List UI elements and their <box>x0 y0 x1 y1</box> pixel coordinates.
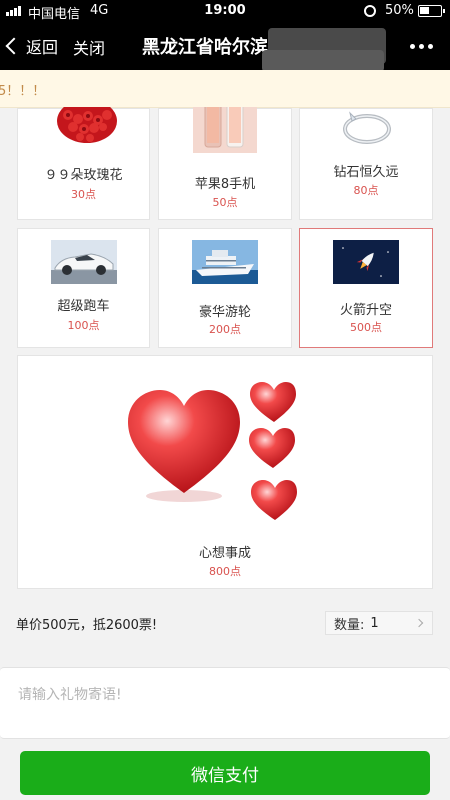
battery-percent: 50% <box>385 3 414 18</box>
cruise-ship-icon <box>192 240 258 284</box>
hearts-icon <box>128 382 297 520</box>
battery-icon <box>418 5 445 17</box>
back-button[interactable]: 返回 <box>5 34 59 58</box>
notice-bar: 5！！！ <box>0 70 450 108</box>
message-box <box>0 667 450 739</box>
status-bar: 中国电信 4G 19:00 50% <box>0 0 450 22</box>
gift-name: 豪华游轮 <box>198 305 251 320</box>
gift-card-hearts[interactable]: 心想事成 800点 <box>17 355 433 589</box>
phone-icon <box>193 107 257 153</box>
gift-price: 30点 <box>71 188 96 201</box>
gift-name: 钻石恒久远 <box>333 165 399 180</box>
gift-card-sports-car[interactable]: 超级跑车 100点 <box>17 228 150 348</box>
gift-name: ９９朵玫瑰花 <box>44 168 123 183</box>
quantity-label: 数量: <box>334 617 365 633</box>
rocket-icon <box>333 240 399 284</box>
gift-card-phone[interactable]: 苹果8手机 50点 <box>158 107 292 220</box>
gift-price: 100点 <box>67 319 100 332</box>
wechat-pay-button[interactable]: 微信支付 <box>20 751 430 795</box>
nav-bar: 返回 关闭 黑龙江省哈尔滨 <box>0 22 450 72</box>
close-button[interactable]: 关闭 <box>73 35 105 59</box>
gift-price: 50点 <box>212 196 238 209</box>
gift-message-input[interactable] <box>8 676 442 732</box>
back-label: 返回 <box>26 38 59 57</box>
gift-name: 心想事成 <box>198 546 251 561</box>
gift-price: 200点 <box>209 323 241 336</box>
gift-price: 80点 <box>353 184 379 197</box>
rotation-lock-icon <box>364 5 376 17</box>
gift-price: 800点 <box>209 565 241 578</box>
clock: 19:00 <box>204 3 246 18</box>
page-title: 黑龙江省哈尔滨 <box>142 37 268 58</box>
roses-icon <box>57 107 117 143</box>
quantity-selector[interactable]: 数量: 1 <box>325 611 433 635</box>
unit-price-text: 单价500元，抵2600票! <box>16 618 158 633</box>
chevron-right-icon <box>414 618 424 628</box>
more-options-icon[interactable] <box>410 44 433 49</box>
gift-card-cruise-ship[interactable]: 豪华游轮 200点 <box>158 228 292 348</box>
gift-card-roses[interactable]: ９９朵玫瑰花 30点 <box>17 107 150 220</box>
gift-card-ring[interactable]: 钻石恒久远 80点 <box>299 108 433 220</box>
redaction-scribble-lower <box>262 50 384 72</box>
gift-name: 超级跑车 <box>57 299 110 314</box>
quantity-value: 1 <box>370 615 379 631</box>
chevron-left-icon <box>5 37 23 55</box>
notice-text: 5！！！ <box>0 84 46 99</box>
gift-name: 火箭升空 <box>339 303 392 318</box>
sports-car-icon <box>51 240 117 284</box>
ring-icon <box>343 111 391 144</box>
gift-card-rocket[interactable]: 火箭升空 500点 <box>299 228 433 348</box>
gift-name: 苹果8手机 <box>194 177 256 192</box>
gift-price: 500点 <box>350 321 382 334</box>
